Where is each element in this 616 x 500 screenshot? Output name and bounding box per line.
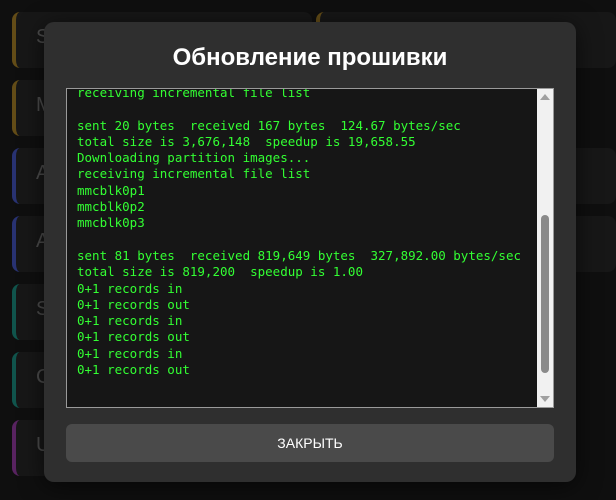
log-line: 0+1 records out: [77, 329, 190, 345]
log-line: 0+1 records in: [77, 345, 183, 361]
firmware-update-dialog: Обновление прошивки receiving incrementa…: [44, 22, 576, 482]
log-line: 0+1 records out: [77, 296, 190, 312]
log-line: receiving incremental file list: [77, 88, 311, 100]
scroll-down-icon[interactable]: [540, 396, 550, 402]
log-line: mmcblk0p3: [77, 215, 145, 231]
log-line: mmcblk0p2: [77, 199, 145, 215]
log-line: mmcblk0p1: [77, 182, 145, 198]
scroll-up-icon[interactable]: [540, 94, 550, 100]
dialog-title: Обновление прошивки: [172, 44, 448, 71]
log-line: 0+1 records out: [77, 362, 190, 378]
log-scrollbar[interactable]: [537, 89, 553, 407]
scrollbar-thumb[interactable]: [541, 215, 549, 373]
log-output[interactable]: receiving incremental file list sent 20 b…: [66, 88, 554, 408]
log-line: total size is 819,200 speedup is 1.00: [77, 264, 363, 280]
log-line: sent 81 bytes received 819,649 bytes 327…: [77, 247, 522, 263]
log-line: 0+1 records in: [77, 313, 183, 329]
log-text: receiving incremental file list sent 20 b…: [77, 88, 535, 378]
close-button[interactable]: ЗАКРЫТЬ: [66, 424, 554, 462]
log-line: receiving incremental file list: [77, 166, 311, 182]
log-line: Downloading partition images...: [77, 150, 311, 166]
log-line: sent 20 bytes received 167 bytes 124.67 …: [77, 117, 461, 133]
log-line: 0+1 records in: [77, 280, 183, 296]
log-line: total size is 3,676,148 speedup is 19,65…: [77, 133, 416, 149]
